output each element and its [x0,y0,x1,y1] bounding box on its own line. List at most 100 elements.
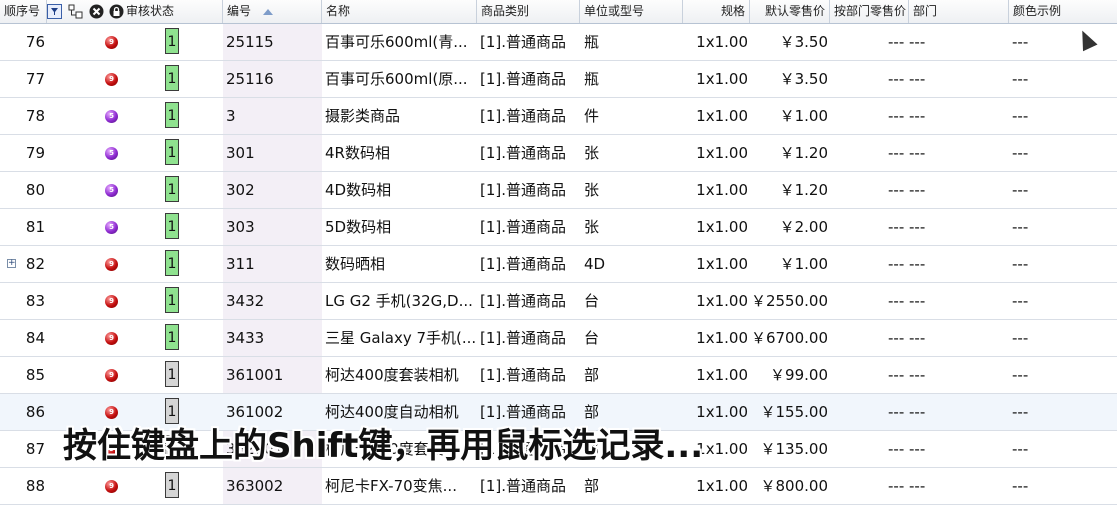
review-status-box[interactable]: 1 [165,472,179,498]
cell-seq: 82 [25,255,45,273]
cell-color: --- [1012,218,1029,236]
review-status-box[interactable]: 1 [165,139,179,165]
sort-ascending-icon [263,8,274,15]
cell-code: 3432 [226,292,265,310]
cell-code: 25115 [226,33,274,51]
cell-category: [1].普通商品 [480,255,567,273]
table-row[interactable]: 84 9 1 3433 三星 Galaxy 7手机(... [1].普通商品台 1x1.00… [0,320,1117,357]
header-icon-group [47,4,126,20]
header-price[interactable]: 默认零售价 [750,0,830,23]
header-category[interactable]: 商品类别 [477,0,580,23]
table-row[interactable]: 83 9 1 3432 LG G2 手机(32G,D... [1].普通商品台 1x1.00… [0,283,1117,320]
header-dept-price[interactable]: 按部门零售价 [830,0,909,23]
cell-name: 数码晒相 [325,255,386,273]
cell-price: ￥135.00 [760,440,829,458]
cell-price: ￥99.00 [770,366,828,384]
cell-dept-price: --- --- [888,403,926,421]
cell-color: --- [1012,181,1029,199]
cell-code: 311 [226,255,255,273]
header-dept[interactable]: 部门 [909,0,1009,23]
cell-name: 百事可乐600ml(原... [325,70,468,88]
cell-category: [1].普通商品 [480,107,567,125]
cell-seq: 78 [25,107,45,125]
cell-color: --- [1012,477,1029,495]
status-ball-icon: 9 [105,295,118,308]
tree-icon[interactable] [68,4,83,19]
cell-category: [1].普通商品 [480,181,567,199]
header-code[interactable]: 编号 [223,0,322,23]
cell-price: ￥1.20 [779,144,828,162]
cell-dept-price: --- --- [888,107,926,125]
status-ball-icon: 9 [105,332,118,345]
table-row[interactable]: 85 9 1 361001 柯达400度套装相机 [1].普通商品部 1x1.00 ￥99.0… [0,357,1117,394]
cell-price: ￥2.00 [779,218,828,236]
grid-header: 顺序号 审核状态 编号 名称 商品类别 单位或型号 规格 默认零售价 按部门零售… [0,0,1117,24]
cell-category: [1].普通商品 [480,33,567,51]
cell-category: [1].普通商品 [480,366,567,384]
close-icon[interactable] [89,4,104,19]
review-status-box[interactable]: 1 [165,361,179,387]
header-name[interactable]: 名称 [322,0,477,23]
cell-price: ￥3.50 [779,33,828,51]
table-row[interactable]: 81 5 1 303 5D数码相 [1].普通商品张 1x1.00 ￥2.00 --- --- -… [0,209,1117,246]
cell-seq: 80 [25,181,45,199]
table-row[interactable]: 79 5 1 301 4R数码相 [1].普通商品张 1x1.00 ￥1.20 --- --- -… [0,135,1117,172]
cell-spec: 1x1.00 [696,255,748,273]
status-ball-icon: 9 [105,369,118,382]
cell-dept-price: --- --- [888,181,926,199]
cell-dept-price: --- --- [888,70,926,88]
table-row[interactable]: 80 5 1 302 4D数码相 [1].普通商品张 1x1.00 ￥1.20 --- --- -… [0,172,1117,209]
status-ball-icon: 5 [105,147,118,160]
table-row[interactable]: 88 9 1 363002 柯尼卡FX-70变焦... [1].普通商品部 1x1.00 ￥8… [0,468,1117,505]
cell-color: --- [1012,403,1029,421]
cell-price: ￥2550.00 [750,292,828,310]
filter-icon[interactable] [47,4,62,19]
review-status-box[interactable]: 1 [165,324,179,350]
cell-spec: 1x1.00 [696,144,748,162]
cell-spec: 1x1.00 [696,181,748,199]
table-row[interactable]: 78 5 1 3 摄影类商品 [1].普通商品件 1x1.00 ￥1.00 --- --- --- [0,98,1117,135]
cell-seq: 86 [25,403,45,421]
cell-spec: 1x1.00 [696,292,748,310]
cell-spec: 1x1.00 [696,218,748,236]
cell-color: --- [1012,107,1029,125]
review-status-box[interactable]: 1 [165,176,179,202]
cell-color: --- [1012,255,1029,273]
cell-seq: 88 [25,477,45,495]
cell-name: 摄影类商品 [325,107,401,125]
review-status-box[interactable]: 1 [165,28,179,54]
cell-category: [1].普通商品 [480,144,567,162]
review-status-box[interactable]: 1 [165,65,179,91]
review-status-box[interactable]: 1 [165,287,179,313]
cell-price: ￥1.00 [779,107,828,125]
header-seq[interactable]: 顺序号 [0,0,47,23]
cell-name: 三星 Galaxy 7手机(... [325,329,477,347]
cell-spec: 1x1.00 [696,33,748,51]
header-unit[interactable]: 单位或型号 [580,0,683,23]
cell-seq: 79 [25,144,45,162]
cell-category: [1].普通商品 [480,329,567,347]
header-spec[interactable]: 规格 [683,0,750,23]
cell-unit: 台 [584,292,600,310]
status-ball-number: 9 [109,297,114,305]
table-row[interactable]: 77 9 1 25116 百事可乐600ml(原... [1].普通商品瓶 1x1.00 ￥3… [0,61,1117,98]
header-review[interactable]: 审核状态 [122,0,223,23]
header-color[interactable]: 颜色示例 [1009,0,1117,23]
table-row[interactable]: +82 9 1 311 数码晒相 [1].普通商品 4D 1x1.00 ￥1.00 --- ---… [0,246,1117,283]
status-ball-number: 9 [109,38,114,46]
review-status-box[interactable]: 1 [165,213,179,239]
table-row[interactable]: 76 9 1 25115 百事可乐600ml(青... [1].普通商品瓶 1x1.00 ￥3… [0,24,1117,61]
cell-unit: 4D [584,255,606,273]
status-ball-number: 5 [109,186,114,194]
cell-category: [1].普通商品 [480,292,567,310]
review-status-box[interactable]: 1 [165,250,179,276]
cell-color: --- [1012,292,1029,310]
status-ball-icon: 9 [105,36,118,49]
status-ball-icon: 5 [105,221,118,234]
cell-seq: 85 [25,366,45,384]
status-ball-number: 9 [109,482,114,490]
cell-price: ￥6700.00 [750,329,828,347]
review-status-box[interactable]: 1 [165,102,179,128]
cell-color: --- [1012,329,1029,347]
cell-price: ￥155.00 [760,403,829,421]
